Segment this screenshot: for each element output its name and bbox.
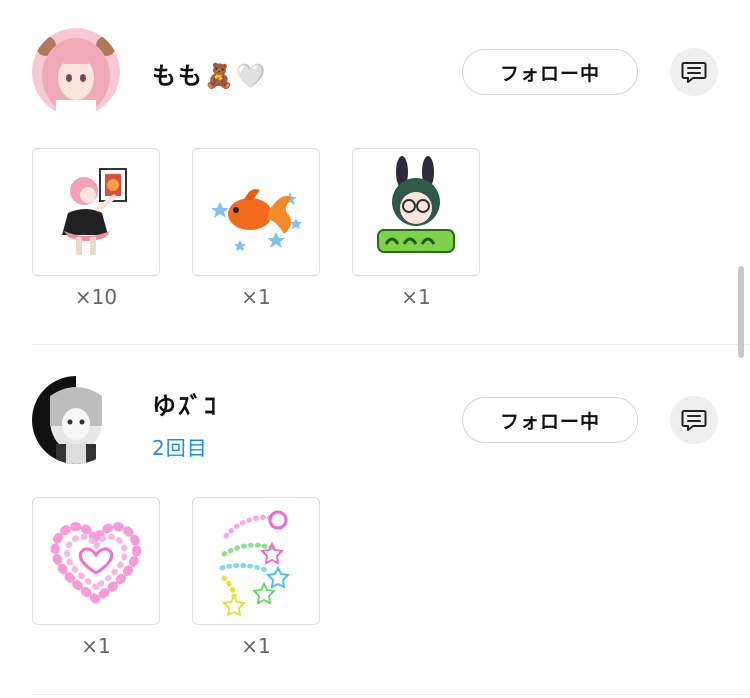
message-icon bbox=[681, 410, 707, 431]
follow-button[interactable]: フォロー中 bbox=[462, 49, 638, 95]
message-icon bbox=[681, 62, 707, 83]
gift-item[interactable] bbox=[192, 148, 320, 276]
user-row: もも🧸🤍 フォロー中 ×10 ×1 ×1 bbox=[0, 0, 750, 340]
gift-item[interactable] bbox=[32, 497, 160, 625]
avatar[interactable] bbox=[32, 376, 120, 464]
gift-count: ×1 bbox=[241, 285, 271, 309]
goldfish-sticker-icon bbox=[211, 189, 302, 251]
user-row: ゆｽﾞｺ 2回目 フォロー中 ×1 ×1 bbox=[0, 345, 750, 698]
avatar[interactable] bbox=[32, 28, 120, 116]
gift-count: ×10 bbox=[74, 285, 118, 309]
gift-item[interactable] bbox=[352, 148, 480, 276]
gift-item[interactable] bbox=[192, 497, 320, 625]
shooting-stars-sticker-icon bbox=[219, 510, 291, 616]
gift-item[interactable] bbox=[32, 148, 160, 276]
follow-button[interactable]: フォロー中 bbox=[462, 397, 638, 443]
message-button[interactable] bbox=[670, 396, 718, 444]
gift-count: ×1 bbox=[81, 634, 111, 658]
message-button[interactable] bbox=[670, 48, 718, 96]
scrollbar[interactable] bbox=[738, 266, 744, 358]
heart-sticker-icon bbox=[50, 522, 142, 605]
gift-count: ×1 bbox=[401, 285, 431, 309]
visit-count-badge: 2回目 bbox=[152, 436, 208, 460]
bunny-girl-sticker-icon bbox=[377, 156, 455, 253]
username[interactable]: ゆｽﾞｺ bbox=[152, 386, 218, 421]
gift-count: ×1 bbox=[241, 634, 271, 658]
username[interactable]: もも🧸🤍 bbox=[152, 56, 268, 91]
divider bbox=[32, 694, 750, 695]
maid-sticker-icon bbox=[62, 168, 127, 255]
